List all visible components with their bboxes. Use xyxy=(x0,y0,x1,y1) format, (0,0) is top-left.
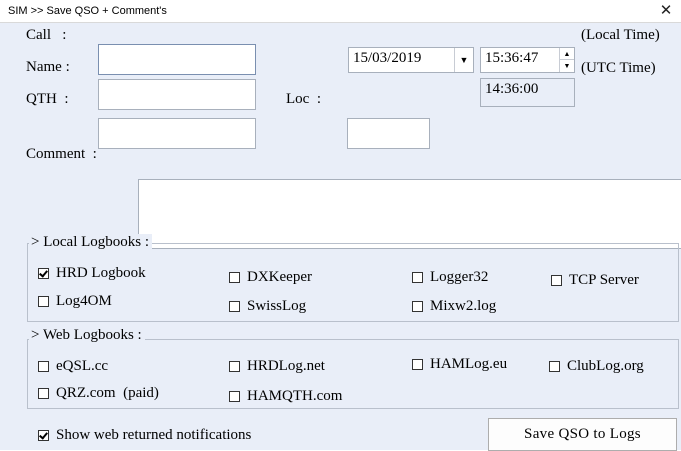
checkbox-label: eQSL.cc xyxy=(56,358,109,374)
spin-down-icon[interactable]: ▼ xyxy=(560,60,574,72)
spinner-buttons: ▲ ▼ xyxy=(559,48,574,72)
checkbox-log4om[interactable]: Log4OM xyxy=(38,293,112,310)
local-time-label: (Local Time) xyxy=(581,27,660,43)
checkbox-label: Mixw2.log xyxy=(430,298,497,314)
save-qso-button[interactable]: Save QSO to Logs xyxy=(488,418,677,451)
checkbox-label: Logger32 xyxy=(430,269,489,285)
checkbox-icon[interactable] xyxy=(412,272,423,283)
checkbox-icon[interactable] xyxy=(229,361,240,372)
checkbox-hamlog[interactable]: HAMLog.eu xyxy=(412,356,507,373)
web-logbooks-title: > Web Logbooks : xyxy=(29,327,145,344)
checkbox-icon[interactable] xyxy=(38,430,49,441)
dialog-body: Call : 15/03/2019 ▼ 15:36:47 ▲ ▼ (Local … xyxy=(0,23,681,450)
checkbox-hamqth[interactable]: HAMQTH.com xyxy=(229,388,342,405)
checkbox-icon[interactable] xyxy=(229,301,240,312)
checkbox-label: ClubLog.org xyxy=(567,358,644,374)
checkbox-logger32[interactable]: Logger32 xyxy=(412,269,488,286)
name-label: Name : xyxy=(26,59,70,75)
call-label: Call : xyxy=(26,27,67,43)
checkbox-icon[interactable] xyxy=(412,301,423,312)
checkbox-icon[interactable] xyxy=(551,275,562,286)
close-icon[interactable]: ✕ xyxy=(655,1,677,21)
checkbox-icon[interactable] xyxy=(229,272,240,283)
spin-up-icon[interactable]: ▲ xyxy=(560,48,574,60)
checkbox-label: HAMLog.eu xyxy=(430,356,508,372)
checkbox-icon[interactable] xyxy=(412,359,423,370)
date-value: 15/03/2019 xyxy=(353,50,422,66)
checkbox-label: TCP Server xyxy=(569,272,639,288)
utc-time-label: (UTC Time) xyxy=(581,60,656,76)
checkbox-label: Log4OM xyxy=(56,293,112,309)
checkbox-swisslog[interactable]: SwissLog xyxy=(229,298,306,315)
checkbox-dxkeeper[interactable]: DXKeeper xyxy=(229,269,312,286)
local-time-value: 15:36:47 xyxy=(485,50,539,66)
checkbox-label: QRZ.com (paid) xyxy=(56,385,159,401)
checkbox-label: DXKeeper xyxy=(247,269,312,285)
loc-input[interactable] xyxy=(347,118,430,149)
date-dropdown[interactable]: 15/03/2019 ▼ xyxy=(348,47,474,73)
window-title: SIM >> Save QSO + Comment's xyxy=(8,5,167,17)
checkbox-hrdlog[interactable]: HRDLog.net xyxy=(229,358,325,375)
checkbox-tcp-server[interactable]: TCP Server xyxy=(551,272,639,289)
comment-label: Comment : xyxy=(26,146,97,162)
checkbox-label: HRDLog.net xyxy=(247,358,325,374)
checkbox-label: HAMQTH.com xyxy=(247,388,343,404)
checkbox-label: SwissLog xyxy=(247,298,307,314)
checkbox-icon[interactable] xyxy=(549,361,560,372)
checkbox-icon[interactable] xyxy=(229,391,240,402)
checkbox-label: Show web returned notifications xyxy=(56,427,252,443)
local-logbooks-title: > Local Logbooks : xyxy=(29,234,153,251)
qth-input[interactable] xyxy=(98,118,256,149)
utc-time-value: 14:36:00 xyxy=(485,81,539,97)
checkbox-show-notifications[interactable]: Show web returned notifications xyxy=(38,427,251,444)
qth-label: QTH : xyxy=(26,91,69,107)
checkbox-icon[interactable] xyxy=(38,296,49,307)
loc-label: Loc : xyxy=(286,91,321,107)
checkbox-mixw2[interactable]: Mixw2.log xyxy=(412,298,496,315)
checkbox-label: HRD Logbook xyxy=(56,265,146,281)
chevron-down-icon[interactable]: ▼ xyxy=(454,48,473,72)
checkbox-qrz[interactable]: QRZ.com (paid) xyxy=(38,385,159,402)
checkbox-eqsl[interactable]: eQSL.cc xyxy=(38,358,108,375)
checkbox-icon[interactable] xyxy=(38,361,49,372)
title-bar: SIM >> Save QSO + Comment's ✕ xyxy=(0,0,681,23)
checkbox-clublog[interactable]: ClubLog.org xyxy=(549,358,644,375)
checkbox-hrd-logbook[interactable]: HRD Logbook xyxy=(38,265,146,282)
name-input[interactable] xyxy=(98,79,256,110)
local-time-spinner[interactable]: 15:36:47 ▲ ▼ xyxy=(480,47,575,73)
call-input[interactable] xyxy=(98,44,256,75)
comment-input[interactable] xyxy=(138,179,681,249)
utc-time-display: 14:36:00 xyxy=(480,78,575,107)
checkbox-icon[interactable] xyxy=(38,268,49,279)
checkbox-icon[interactable] xyxy=(38,388,49,399)
